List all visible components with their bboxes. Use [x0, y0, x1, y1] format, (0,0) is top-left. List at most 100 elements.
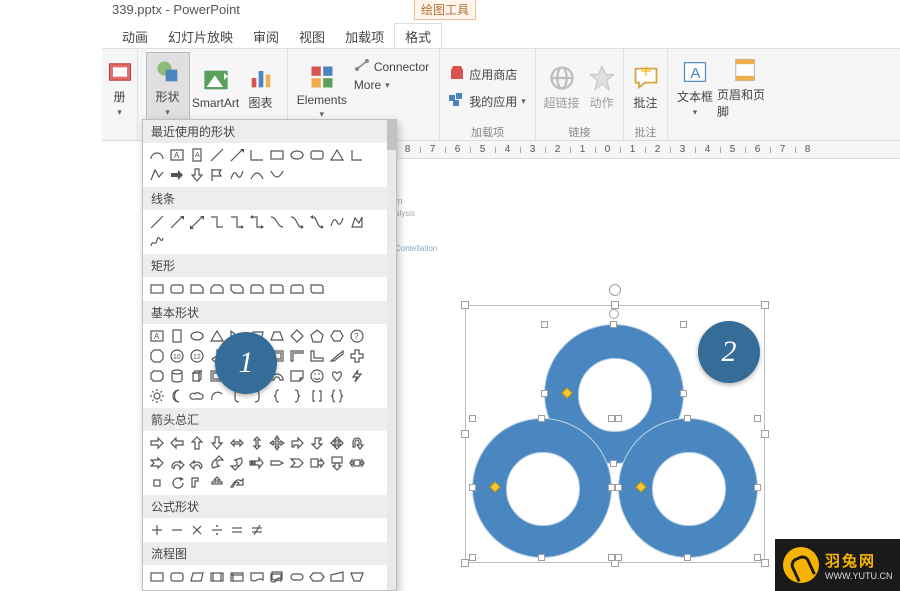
resize-handle[interactable]: [610, 321, 617, 328]
shape-braces[interactable]: [327, 386, 347, 406]
shape-fc-sort[interactable]: [287, 587, 307, 590]
shape-snip2same[interactable]: [207, 279, 227, 299]
shape-arrow-lr[interactable]: [227, 433, 247, 453]
shape-line-double-arrow[interactable]: [187, 212, 207, 232]
shape-freeform[interactable]: [147, 165, 167, 185]
shape-hexagon[interactable]: [327, 326, 347, 346]
shape-rect[interactable]: [147, 279, 167, 299]
shape-plus[interactable]: [347, 346, 367, 366]
shape-fc-terminator[interactable]: [287, 567, 307, 587]
resize-handle[interactable]: [469, 484, 476, 491]
resize-handle[interactable]: [469, 554, 476, 561]
resize-handle-mr[interactable]: [761, 430, 769, 438]
shape-fc-predef[interactable]: [207, 567, 227, 587]
shape-arc[interactable]: [147, 145, 167, 165]
shape-arrow-home[interactable]: [267, 453, 287, 473]
context-tab-drawing-tools[interactable]: 绘图工具: [414, 0, 476, 20]
resize-handle-br[interactable]: [761, 559, 769, 567]
shape-line[interactable]: [207, 145, 227, 165]
tab-format[interactable]: 格式: [394, 23, 442, 49]
tab-view[interactable]: 视图: [289, 24, 335, 49]
shape-decagon[interactable]: 10: [167, 346, 187, 366]
chart-button[interactable]: 图表: [242, 52, 280, 124]
shape-line-arrow[interactable]: [167, 212, 187, 232]
more-button[interactable]: More ▾: [354, 78, 429, 92]
resize-handle-ml[interactable]: [461, 430, 469, 438]
photo-album-button[interactable]: 册 ▾: [106, 52, 134, 124]
resize-handle[interactable]: [538, 415, 545, 422]
shape-moon[interactable]: [167, 386, 187, 406]
resize-handle[interactable]: [684, 415, 691, 422]
shape-arrow-right[interactable]: [147, 433, 167, 453]
header-footer-button[interactable]: 页眉和页脚: [717, 52, 773, 124]
shape-dodecagon[interactable]: 12: [187, 346, 207, 366]
tab-slideshow[interactable]: 幻灯片放映: [158, 24, 243, 49]
shape-brace-r[interactable]: [287, 386, 307, 406]
shape-heptagon[interactable]: ?: [347, 326, 367, 346]
shape-fc-doc[interactable]: [247, 567, 267, 587]
shape-vtextbox[interactable]: A: [187, 145, 207, 165]
donut-shape-2[interactable]: [472, 418, 612, 558]
shape-round2same[interactable]: [287, 279, 307, 299]
shape-flag[interactable]: [207, 165, 227, 185]
resize-handle-bl[interactable]: [461, 559, 469, 567]
shape-arrow-bent3[interactable]: [187, 473, 207, 493]
shape-elbow-double[interactable]: [247, 212, 267, 232]
resize-handle[interactable]: [608, 484, 615, 491]
shape-octagon[interactable]: [147, 346, 167, 366]
shape-arrow-right[interactable]: [167, 165, 187, 185]
resize-handle[interactable]: [615, 484, 622, 491]
resize-handle-tl[interactable]: [461, 301, 469, 309]
shape-arrow-u[interactable]: [347, 433, 367, 453]
shape-divide[interactable]: [207, 520, 227, 540]
shape-triangle[interactable]: [327, 145, 347, 165]
shape-round1[interactable]: [267, 279, 287, 299]
shape-oval[interactable]: [187, 326, 207, 346]
shape-fc-internal[interactable]: [227, 567, 247, 587]
shape-arrow-curved-d[interactable]: [227, 453, 247, 473]
shapes-scrollbar[interactable]: [387, 120, 396, 590]
resize-handle[interactable]: [680, 321, 687, 328]
shape-fc-stored[interactable]: [347, 587, 367, 590]
tab-addins[interactable]: 加载项: [335, 24, 394, 49]
shape-halfframe[interactable]: [287, 346, 307, 366]
shape-textbox[interactable]: A: [167, 145, 187, 165]
shape-elbow[interactable]: [207, 212, 227, 232]
shape-arrow-notch[interactable]: [147, 453, 167, 473]
shape-pentagon[interactable]: [307, 326, 327, 346]
shape-curve[interactable]: [227, 165, 247, 185]
shape-minus[interactable]: [167, 520, 187, 540]
shape-equal[interactable]: [227, 520, 247, 540]
shape-snip1[interactable]: [187, 279, 207, 299]
shape-l[interactable]: [307, 346, 327, 366]
shape-lightning[interactable]: [347, 366, 367, 386]
resize-handle[interactable]: [615, 554, 622, 561]
shape-textbox[interactable]: A: [147, 326, 167, 346]
tab-review[interactable]: 审阅: [243, 24, 289, 49]
shape-arrow-bent[interactable]: [287, 433, 307, 453]
shape-sun[interactable]: [147, 386, 167, 406]
adjust-handle[interactable]: [635, 481, 646, 492]
shape-curve-conn[interactable]: [267, 212, 287, 232]
shape-plus[interactable]: [147, 520, 167, 540]
shape-fc-sum[interactable]: [227, 587, 247, 590]
adjust-handle[interactable]: [489, 481, 500, 492]
shape-arrow-callout-r[interactable]: [307, 453, 327, 473]
resize-handle[interactable]: [469, 415, 476, 422]
resize-handle-tm[interactable]: [611, 301, 619, 309]
shape-scribble[interactable]: [147, 232, 167, 252]
shape-brace-l[interactable]: [267, 386, 287, 406]
shape-arrow-down[interactable]: [187, 165, 207, 185]
shape-plaque[interactable]: [147, 366, 167, 386]
shape-arrow-callout-d[interactable]: [327, 453, 347, 473]
shape-l[interactable]: [347, 145, 367, 165]
shapes-button[interactable]: 形状 ▾: [146, 52, 190, 124]
shape-arrow-down[interactable]: [207, 433, 227, 453]
resize-handle[interactable]: [754, 415, 761, 422]
shape-arrow-bent2[interactable]: [307, 433, 327, 453]
shape-arrow-ud[interactable]: [247, 433, 267, 453]
shape-fc-collate[interactable]: [267, 587, 287, 590]
shape-folded[interactable]: [287, 366, 307, 386]
shape-multiply[interactable]: [187, 520, 207, 540]
shape-brackets[interactable]: [307, 386, 327, 406]
